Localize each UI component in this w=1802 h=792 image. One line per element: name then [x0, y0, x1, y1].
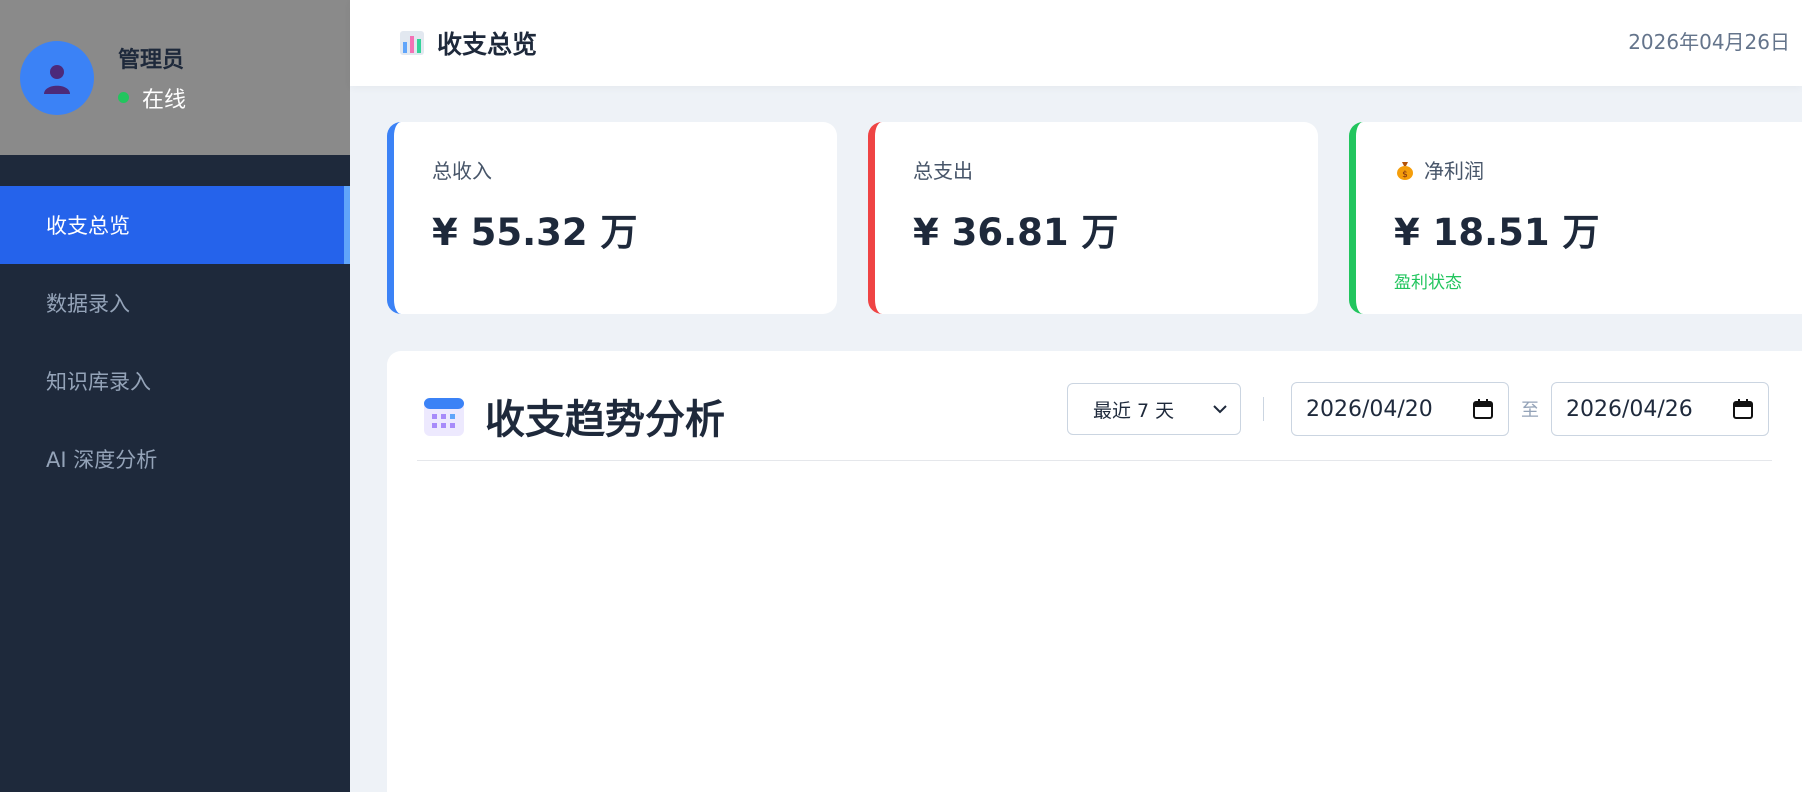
date-range-select[interactable]: 最近 7 天: [1067, 383, 1241, 435]
online-status: 在线: [118, 82, 186, 114]
top-header: 收支总览 2026年04月26日: [350, 0, 1802, 86]
money-bag-icon: $: [1397, 161, 1413, 180]
svg-text:$: $: [1402, 170, 1408, 180]
end-date-input[interactable]: 2026/04/26: [1551, 382, 1769, 436]
total-income-card: 总收入 ¥ 55.32 万: [387, 122, 837, 314]
start-date-value: 2026/04/20: [1306, 396, 1433, 422]
avatar[interactable]: [20, 40, 94, 115]
end-date-value: 2026/04/26: [1566, 396, 1693, 422]
total-expense-card: 总支出 ¥ 36.81 万: [868, 122, 1318, 314]
trend-title: 收支趋势分析: [485, 397, 725, 443]
start-date-input[interactable]: 2026/04/20: [1291, 382, 1509, 436]
date-range-value: 最近 7 天: [1093, 399, 1175, 422]
sidebar-item-overview[interactable]: 收支总览: [0, 186, 350, 264]
net-profit-card: $ 净利润 ¥ 18.51 万 盈利状态: [1349, 122, 1802, 314]
total-expense-label: 总支出: [913, 159, 973, 183]
trend-panel-header: 收支趋势分析 最近 7 天 2026/04/20 至 2026/04/26: [417, 351, 1772, 461]
trend-analysis-panel: 收支趋势分析 最近 7 天 2026/04/20 至 2026/04/26: [387, 351, 1802, 792]
status-label: 在线: [142, 87, 187, 113]
sidebar-item-ai-analysis[interactable]: AI 深度分析: [0, 420, 350, 498]
calendar-picker-icon[interactable]: [1472, 398, 1494, 420]
net-profit-value: ¥ 18.51 万: [1394, 211, 1600, 254]
profit-status: 盈利状态: [1394, 273, 1462, 293]
calendar-picker-icon[interactable]: [1732, 398, 1754, 420]
page-title: 收支总览: [437, 30, 538, 59]
total-income-value: ¥ 55.32 万: [432, 211, 638, 254]
status-dot-icon: [118, 92, 129, 103]
user-profile: 管理员 在线: [0, 0, 350, 155]
bar-chart-icon: [400, 31, 424, 55]
total-expense-value: ¥ 36.81 万: [913, 211, 1119, 254]
total-income-label: 总收入: [432, 159, 492, 183]
sidebar-item-data-entry[interactable]: 数据录入: [0, 264, 350, 342]
net-profit-label: 净利润: [1424, 159, 1484, 183]
divider: [1263, 397, 1264, 421]
sidebar-nav: 收支总览 数据录入 知识库录入 AI 深度分析: [0, 186, 350, 498]
to-label: 至: [1521, 400, 1539, 421]
current-date: 2026年04月26日: [1628, 30, 1790, 54]
sidebar: 管理员 在线 收支总览 数据录入 知识库录入 AI 深度分析: [0, 0, 350, 792]
username: 管理员: [118, 47, 185, 73]
chevron-down-icon: [1213, 405, 1227, 414]
sidebar-item-knowledge-base[interactable]: 知识库录入: [0, 342, 350, 420]
calendar-icon: [424, 398, 464, 436]
user-icon: [44, 64, 70, 94]
